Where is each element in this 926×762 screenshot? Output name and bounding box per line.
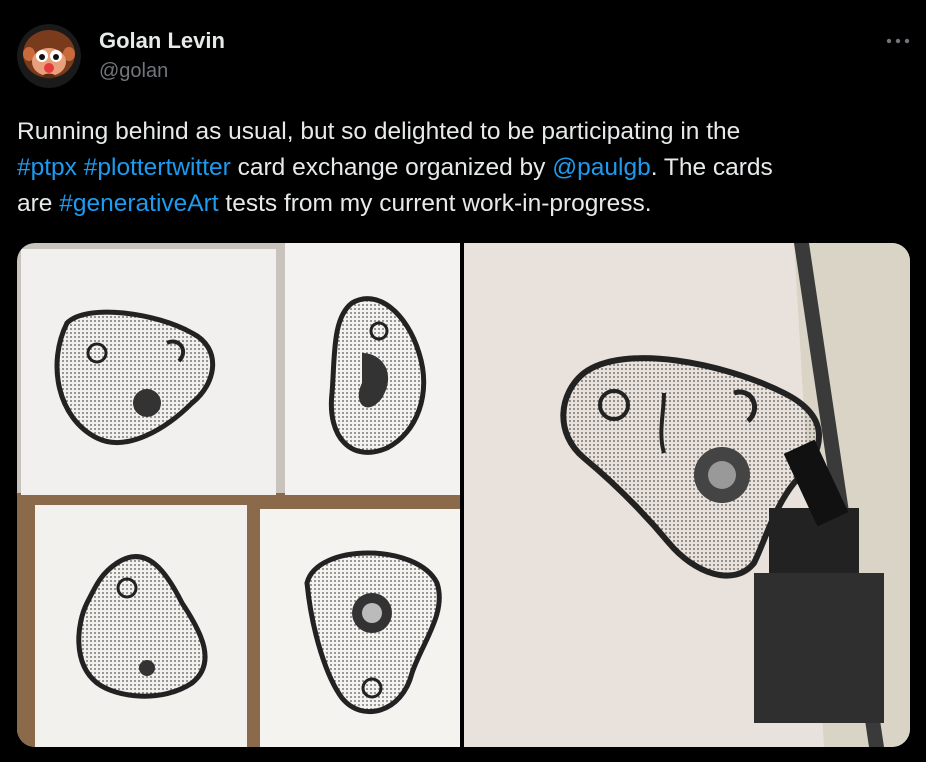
avatar[interactable]	[17, 24, 81, 88]
hashtag-link[interactable]: #generativeArt	[59, 190, 218, 217]
tweet-text-segment: tests from my current work-in-progress.	[218, 190, 652, 217]
tweet-card: Golan Levin @golan Running behind as usu…	[0, 0, 926, 762]
tweet-text: Running behind as usual, but so delighte…	[17, 114, 907, 222]
author-name[interactable]: Golan Levin	[99, 28, 225, 54]
tweet-text-line: #ptpx #plottertwitter card exchange orga…	[17, 150, 907, 186]
more-options-button[interactable]	[880, 26, 916, 56]
mention-link[interactable]: @paulgb	[552, 154, 650, 181]
media-grid[interactable]	[17, 243, 910, 747]
tweet-text-segment: card exchange organized by	[230, 154, 553, 181]
tweet-text-segment: Running behind as usual, but so delighte…	[17, 118, 741, 145]
tweet-text-line: Running behind as usual, but so delighte…	[17, 114, 907, 150]
monkey-face-avatar-icon	[17, 24, 81, 88]
hashtag-link[interactable]: #ptpx	[17, 154, 77, 181]
hashtag-link[interactable]: #plottertwitter	[84, 154, 231, 181]
photo-plotter-cards-grid[interactable]	[17, 243, 460, 747]
tweet-text-segment: . The cards	[650, 154, 773, 181]
photo-pen-plotter-drawing[interactable]	[464, 243, 910, 747]
tweet-text-segment	[77, 154, 84, 181]
author-handle[interactable]: @golan	[99, 60, 168, 83]
more-horizontal-icon	[886, 38, 910, 44]
tweet-text-segment: are	[17, 190, 60, 217]
tweet-text-line: are #generativeArt tests from my current…	[17, 186, 907, 222]
